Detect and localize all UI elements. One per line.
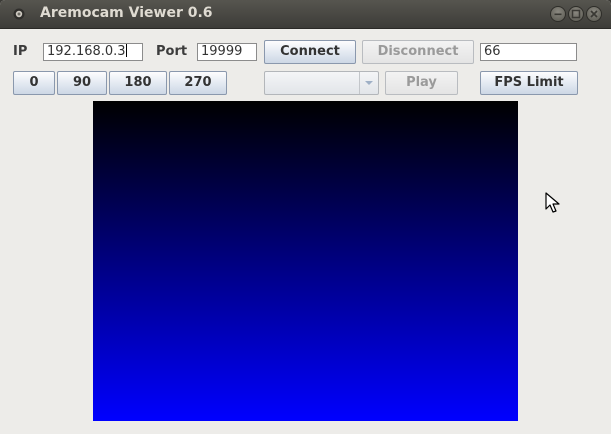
connect-button[interactable]: Connect xyxy=(264,40,356,64)
app-window: Aremocam Viewer 0.6 IP 192.168.0.3 Port … xyxy=(0,0,611,434)
video-display xyxy=(93,101,518,421)
ip-label: IP xyxy=(13,44,28,59)
port-label: Port xyxy=(156,44,188,59)
minimize-icon[interactable] xyxy=(550,6,566,22)
rotate-0-button[interactable]: 0 xyxy=(13,71,55,95)
stream-select[interactable] xyxy=(264,71,379,95)
rotate-90-button[interactable]: 90 xyxy=(57,71,107,95)
rotate-270-button[interactable]: 270 xyxy=(169,71,227,95)
maximize-icon[interactable] xyxy=(568,6,584,22)
close-icon[interactable] xyxy=(586,6,602,22)
fps-input[interactable]: 66 xyxy=(480,43,577,61)
mouse-cursor-icon xyxy=(545,192,560,213)
window-title: Aremocam Viewer 0.6 xyxy=(40,5,213,21)
title-bar[interactable]: Aremocam Viewer 0.6 xyxy=(0,0,611,29)
text-caret xyxy=(125,44,127,57)
main-panel: IP 192.168.0.3 Port 19999 Connect Discon… xyxy=(0,29,611,434)
port-input[interactable]: 19999 xyxy=(197,43,257,61)
rotate-180-button[interactable]: 180 xyxy=(109,71,167,95)
chevron-down-icon[interactable] xyxy=(359,72,378,94)
app-icon xyxy=(13,8,25,20)
play-button[interactable]: Play xyxy=(385,71,458,95)
disconnect-button[interactable]: Disconnect xyxy=(362,40,474,64)
ip-input[interactable]: 192.168.0.3 xyxy=(43,43,143,61)
fps-limit-button[interactable]: FPS Limit xyxy=(480,71,578,95)
